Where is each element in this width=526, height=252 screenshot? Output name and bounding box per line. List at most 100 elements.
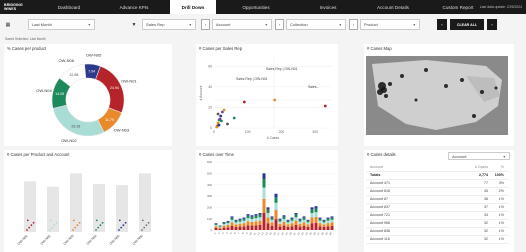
stacked-segment[interactable]	[274, 210, 278, 220]
stacked-segment[interactable]	[262, 179, 266, 188]
account-point[interactable]	[120, 226, 123, 229]
stacked-segment[interactable]	[258, 214, 262, 218]
stacked-segment[interactable]	[314, 212, 318, 217]
stacked-segment[interactable]	[278, 221, 282, 224]
stacked-segment[interactable]	[318, 226, 322, 230]
stacked-segment[interactable]	[286, 220, 290, 223]
map-marker[interactable]	[384, 94, 388, 98]
account-point[interactable]	[26, 219, 29, 222]
donut-slice[interactable]	[52, 104, 105, 137]
stacked-segment[interactable]	[250, 221, 254, 226]
account-point[interactable]	[147, 221, 150, 224]
stacked-segment[interactable]	[302, 217, 306, 220]
stacked-segment[interactable]	[234, 219, 238, 221]
stacked-segment[interactable]	[306, 224, 310, 227]
stacked-segment[interactable]	[246, 215, 250, 219]
stacked-segment[interactable]	[226, 220, 230, 222]
stacked-segment[interactable]	[322, 219, 326, 221]
stacked-segment[interactable]	[214, 223, 218, 225]
stacked-segment[interactable]	[250, 216, 254, 219]
stacked-segment[interactable]	[222, 225, 226, 228]
account-point[interactable]	[95, 229, 97, 231]
stacked-segment[interactable]	[254, 215, 258, 219]
stacked-segment[interactable]	[222, 227, 226, 230]
account-point[interactable]	[26, 229, 28, 231]
stacked-segment[interactable]	[222, 222, 226, 223]
stacked-segment[interactable]	[318, 220, 322, 224]
map-marker[interactable]	[472, 114, 476, 118]
table-row[interactable]: Account 87 38 1%	[366, 196, 508, 204]
map-marker[interactable]	[388, 82, 392, 86]
account-point[interactable]	[101, 221, 104, 224]
stacked-segment[interactable]	[274, 219, 278, 230]
map-marker[interactable]	[480, 90, 484, 94]
scatter-point[interactable]	[217, 123, 221, 127]
table-row[interactable]: Account 471 77 3%	[366, 180, 508, 188]
stacked-segment[interactable]	[286, 222, 290, 225]
stacked-segment[interactable]	[270, 225, 274, 230]
map-marker[interactable]	[444, 84, 448, 88]
stacked-segment[interactable]	[282, 221, 286, 226]
stacked-segment[interactable]	[254, 225, 258, 230]
stacked-segment[interactable]	[298, 218, 302, 220]
stacked-segment[interactable]	[278, 218, 282, 220]
stacked-segment[interactable]	[230, 216, 234, 218]
table-row[interactable]: Account 837 37 1%	[366, 204, 508, 212]
stacked-segment[interactable]	[262, 213, 266, 230]
stacked-segment[interactable]	[214, 227, 218, 230]
forward-button[interactable]: ›	[487, 19, 497, 30]
stacked-segment[interactable]	[258, 213, 262, 215]
account-point[interactable]	[122, 224, 125, 227]
account-point[interactable]	[141, 229, 143, 231]
account-point[interactable]	[78, 221, 81, 224]
stacked-segment[interactable]	[314, 216, 318, 223]
stacked-segment[interactable]	[234, 224, 238, 227]
stacked-segment[interactable]	[242, 217, 246, 219]
stacked-segment[interactable]	[214, 223, 218, 224]
stacked-segment[interactable]	[330, 225, 334, 230]
stacked-segment[interactable]	[258, 220, 262, 225]
stacked-segment[interactable]	[322, 226, 326, 230]
stacked-segment[interactable]	[310, 213, 314, 218]
stacked-segment[interactable]	[278, 226, 282, 230]
sales-rep-select[interactable]: Sales Rep ▼	[142, 19, 196, 30]
stacked-segment[interactable]	[326, 217, 330, 219]
stacked-segment[interactable]	[298, 221, 302, 224]
tab-advance-kpis[interactable]: Advance KPIs	[98, 0, 170, 14]
stacked-segment[interactable]	[234, 226, 238, 230]
stacked-segment[interactable]	[266, 213, 270, 218]
details-group-select[interactable]: Account ▼	[448, 152, 510, 160]
clear-all-button[interactable]: CLEAR ALL	[450, 19, 484, 30]
map-marker[interactable]	[494, 86, 498, 90]
stacked-segment[interactable]	[282, 225, 286, 230]
account-point[interactable]	[49, 229, 51, 231]
account-point[interactable]	[55, 221, 58, 224]
stacked-segment[interactable]	[226, 225, 230, 228]
stacked-segment[interactable]	[222, 224, 226, 226]
stacked-segment[interactable]	[246, 214, 250, 216]
prev-button[interactable]: ‹	[275, 19, 284, 30]
stacked-segment[interactable]	[254, 218, 258, 222]
stacked-segment[interactable]	[306, 219, 310, 221]
account-point[interactable]	[72, 219, 75, 222]
brand-logo[interactable]: BRIDGING WINES	[0, 0, 38, 14]
stacked-segment[interactable]	[318, 223, 322, 227]
account-point[interactable]	[74, 226, 77, 229]
stacked-segment[interactable]	[246, 218, 250, 222]
stacked-segment[interactable]	[298, 223, 302, 227]
stacked-segment[interactable]	[282, 215, 286, 217]
stacked-segment[interactable]	[254, 221, 258, 226]
stacked-segment[interactable]	[234, 222, 238, 225]
account-select[interactable]: Account ▼	[212, 19, 272, 30]
stacked-segment[interactable]	[266, 207, 270, 210]
scatter-point[interactable]	[323, 104, 327, 108]
stacked-segment[interactable]	[270, 217, 274, 220]
stacked-segment[interactable]	[270, 216, 274, 218]
tab-invoices[interactable]: Invoices	[296, 0, 360, 14]
account-point[interactable]	[28, 226, 31, 229]
map-canvas[interactable]	[366, 56, 508, 135]
stacked-segment[interactable]	[330, 216, 334, 218]
stacked-segment[interactable]	[226, 223, 230, 226]
table-row[interactable]: Account 816 45 2%	[366, 188, 508, 196]
stacked-segment[interactable]	[326, 220, 330, 224]
